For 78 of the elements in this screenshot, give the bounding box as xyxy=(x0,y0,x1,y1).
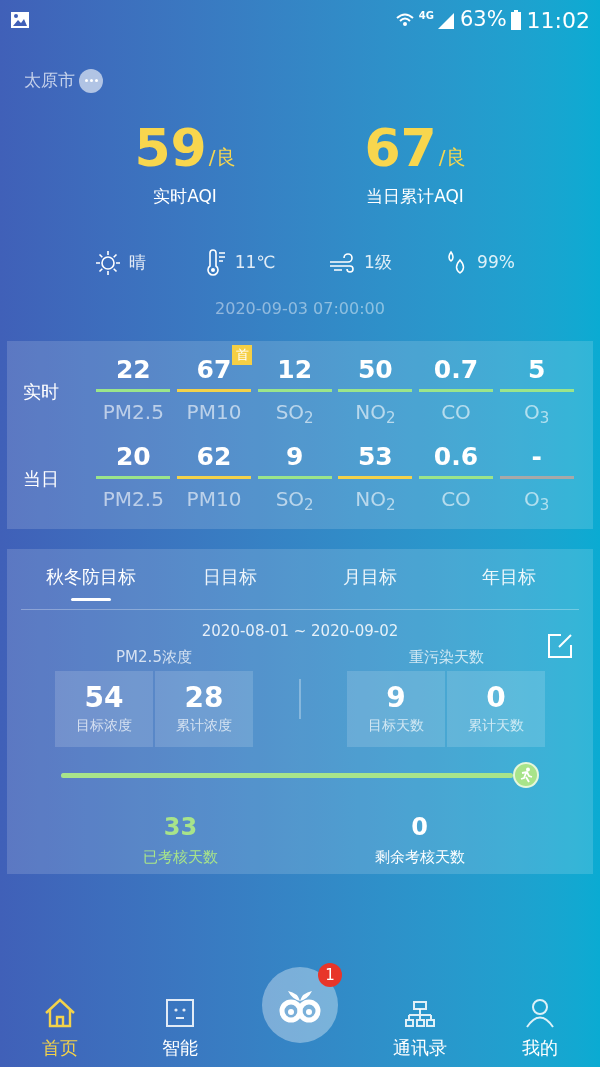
pollutant-name: CO xyxy=(441,399,471,426)
battery-icon xyxy=(510,10,521,30)
pollutant-name: O$_{3}$ xyxy=(524,399,550,429)
wifi-icon xyxy=(394,11,415,29)
org-chart-icon xyxy=(405,1000,435,1028)
image-icon xyxy=(10,11,30,29)
stat-value: 9 xyxy=(386,681,406,715)
goal-tab[interactable]: 日目标 xyxy=(160,563,300,601)
pollutant-name: NO$_{2}$ xyxy=(355,399,396,429)
sun-icon xyxy=(94,250,121,276)
pollutant-value: 53 xyxy=(357,441,393,473)
stat-label: 目标天数 xyxy=(368,716,424,735)
group-title: 重污染天数 xyxy=(408,646,484,668)
days-value: 0 xyxy=(411,811,428,842)
aqi-value: 59 xyxy=(134,119,207,176)
home-icon xyxy=(43,998,77,1028)
pollutant-name: SO$_{2}$ xyxy=(275,399,314,429)
days-label: 已考核天数 xyxy=(143,846,218,868)
pollutant-name: O$_{3}$ xyxy=(524,486,550,516)
row-label: 实时 xyxy=(23,380,60,404)
stat-value: 0 xyxy=(486,681,506,715)
stat-label: 目标浓度 xyxy=(76,716,132,735)
pollutant-name: PM2.5 xyxy=(102,486,164,513)
pollutant-value: 62 xyxy=(196,441,232,473)
pollutant-value: 67 xyxy=(196,354,232,386)
primary-badge: 首 xyxy=(232,345,253,365)
days-label: 剩余考核天数 xyxy=(374,846,465,868)
network-label: 4G xyxy=(418,9,434,23)
nav-tab[interactable]: 我的 xyxy=(480,983,600,1067)
pollutant-name: PM2.5 xyxy=(102,399,164,426)
pollutant-value: 0.7 xyxy=(433,354,479,386)
stat-value: 54 xyxy=(84,681,124,715)
pollutant-value: 20 xyxy=(115,441,151,473)
person-icon xyxy=(525,998,555,1028)
nav-tab[interactable]: 智能 xyxy=(120,983,240,1067)
row-label: 当日 xyxy=(23,467,60,491)
more-button[interactable] xyxy=(79,68,103,93)
pollutant-value: - xyxy=(531,441,542,473)
goal-tab[interactable]: 年目标 xyxy=(439,563,579,601)
stat-value: 28 xyxy=(184,681,224,715)
nav-tab[interactable]: 通讯录 xyxy=(360,983,480,1067)
date-range: 2020-08-01 ~ 2020-09-02 xyxy=(201,621,399,642)
weather-text: 11℃ xyxy=(234,251,276,275)
stat-label: 累计天数 xyxy=(468,716,524,735)
aqi-grade: /良 xyxy=(438,143,466,171)
aqi-label: 当日累计AQI xyxy=(366,184,464,208)
weather-text: 1级 xyxy=(364,251,392,275)
pollutant-name: PM10 xyxy=(186,399,242,426)
notification-badge: 1 xyxy=(318,963,342,987)
pollutant-value: 0.6 xyxy=(433,441,479,473)
pollutant-value: 50 xyxy=(357,354,393,386)
aqi-grade: /良 xyxy=(208,143,236,171)
nav-tab[interactable]: 首页 xyxy=(0,983,120,1067)
pollutant-name: CO xyxy=(441,486,471,513)
pollutant-name: SO$_{2}$ xyxy=(275,486,314,516)
pollutant-value: 12 xyxy=(277,354,313,386)
goal-tab[interactable]: 秋冬防目标 xyxy=(21,563,161,601)
weather-text: 99% xyxy=(477,251,515,275)
clock-time: 11:02 xyxy=(526,6,590,35)
pollutant-name: PM10 xyxy=(186,486,242,513)
days-value: 33 xyxy=(163,811,198,842)
goal-tab[interactable]: 月目标 xyxy=(300,563,440,601)
aqi-label: 实时AQI xyxy=(153,184,217,208)
aqi-value: 67 xyxy=(364,119,437,176)
robot-face-icon xyxy=(165,998,195,1028)
city-name: 太原市 xyxy=(24,69,75,92)
pollutant-value: 5 xyxy=(527,354,546,386)
wind-icon xyxy=(328,252,357,274)
group-title: PM2.5浓度 xyxy=(116,646,192,668)
runner-icon xyxy=(513,761,539,788)
thermometer-icon xyxy=(204,249,227,277)
stat-label: 累计浓度 xyxy=(176,716,232,735)
pollutant-value: 9 xyxy=(285,441,304,473)
pollutant-name: NO$_{2}$ xyxy=(355,486,396,516)
update-time: 2020-09-03 07:00:00 xyxy=(215,298,385,320)
battery-percent: 63% xyxy=(459,6,507,34)
pollutant-value: 22 xyxy=(115,354,151,386)
weather-text: 晴 xyxy=(128,251,146,275)
